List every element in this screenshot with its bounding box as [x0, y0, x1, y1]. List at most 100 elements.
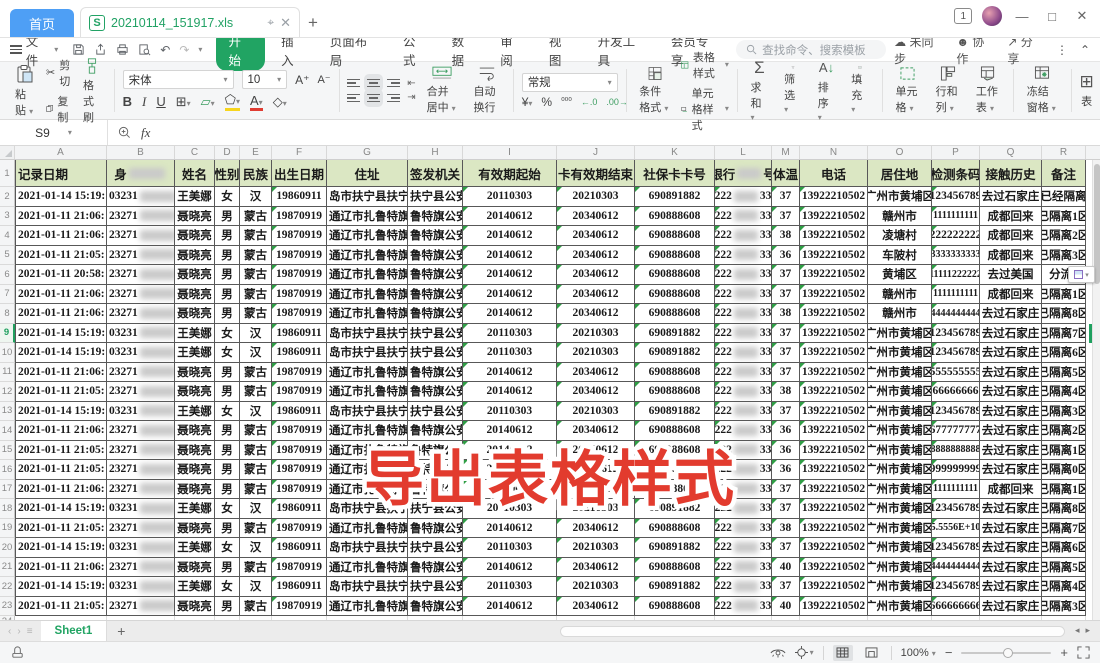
- cell-e9[interactable]: 汉: [240, 324, 272, 344]
- cell-g12[interactable]: 通辽市扎鲁特旗鲁北: [327, 382, 408, 402]
- cell-o4[interactable]: 凌塘村: [868, 226, 932, 246]
- increase-indent-icon[interactable]: ⇥: [407, 92, 415, 103]
- cell-p13[interactable]: 123456789: [932, 402, 980, 422]
- cell-r5[interactable]: 已隔离3区: [1042, 246, 1086, 266]
- cell-j17[interactable]: 20340612: [557, 480, 635, 500]
- cell-o23[interactable]: 广州市黄埔区: [868, 597, 932, 617]
- cell-h12[interactable]: 鲁特旗公安局: [408, 382, 463, 402]
- cell-p2[interactable]: 123456789: [932, 187, 980, 207]
- sheet-tab-sheet1[interactable]: Sheet1: [41, 621, 108, 641]
- row-header-14[interactable]: 14: [0, 421, 15, 441]
- cell-f22[interactable]: 19860911: [272, 577, 327, 597]
- align-right-icon[interactable]: [387, 92, 400, 104]
- sort-button[interactable]: A↓ 排序 ▾: [813, 66, 841, 115]
- pin-tab-icon[interactable]: ⌖: [267, 15, 274, 30]
- format-painter-button[interactable]: 格式刷: [78, 57, 106, 125]
- fullscreen-icon[interactable]: [1077, 646, 1090, 659]
- cell-m19[interactable]: 38: [772, 519, 800, 539]
- column-header-A[interactable]: A: [15, 146, 107, 159]
- cell-b5[interactable]: 23271900: [107, 246, 175, 266]
- cell-q16[interactable]: 去过石家庄: [980, 460, 1042, 480]
- cell-g20[interactable]: 岛市扶宁县扶宁镇: [327, 538, 408, 558]
- cell-q23[interactable]: 去过石家庄: [980, 597, 1042, 617]
- cell-f5[interactable]: 19870919: [272, 246, 327, 266]
- cell-r21[interactable]: 已隔离5区: [1042, 558, 1086, 578]
- cell-n5[interactable]: 13922210502: [800, 246, 868, 266]
- column-header-K[interactable]: K: [635, 146, 715, 159]
- cell-g9[interactable]: 岛市扶宁县扶宁镇: [327, 324, 408, 344]
- cell-e8[interactable]: 蒙古: [240, 304, 272, 324]
- cell-f12[interactable]: 19870919: [272, 382, 327, 402]
- cell-g18[interactable]: 岛市扶宁县扶宁镇: [327, 499, 408, 519]
- cell-e4[interactable]: 蒙古: [240, 226, 272, 246]
- cell-g15[interactable]: 通辽市扎鲁特旗鲁北: [327, 441, 408, 461]
- cell-c18[interactable]: 王美娜: [175, 499, 215, 519]
- cell-l7[interactable]: 682223300: [715, 285, 772, 305]
- header-cell-f[interactable]: 出生日期: [272, 160, 327, 187]
- cell-f9[interactable]: 19860911: [272, 324, 327, 344]
- cell-o9[interactable]: 广州市黄埔区: [868, 324, 932, 344]
- cell-k18[interactable]: 690891882: [635, 499, 715, 519]
- column-header-L[interactable]: L: [715, 146, 772, 159]
- cell-o2[interactable]: 广州市黄埔区: [868, 187, 932, 207]
- cell-d21[interactable]: 男: [215, 558, 240, 578]
- cell-r17[interactable]: 已隔离1区: [1042, 480, 1086, 500]
- cell-e11[interactable]: 蒙古: [240, 363, 272, 383]
- cell-j11[interactable]: 20340612: [557, 363, 635, 383]
- cell-r7[interactable]: 已隔离1区: [1042, 285, 1086, 305]
- cut-button[interactable]: ✂剪切: [46, 57, 72, 89]
- message-count-badge[interactable]: 1: [954, 8, 972, 24]
- cell-n10[interactable]: 13922210502: [800, 343, 868, 363]
- cell-a5[interactable]: 2021-01-11 21:05:: [15, 246, 107, 266]
- cell-d2[interactable]: 女: [215, 187, 240, 207]
- cell-j6[interactable]: 20340612: [557, 265, 635, 285]
- cell-m14[interactable]: 36: [772, 421, 800, 441]
- cell-e10[interactable]: 汉: [240, 343, 272, 363]
- row-header-20[interactable]: 20: [0, 538, 15, 558]
- cell-e3[interactable]: 蒙古: [240, 207, 272, 227]
- zoom-out-button[interactable]: −: [945, 645, 953, 660]
- cell-r10[interactable]: 已隔离6区: [1042, 343, 1086, 363]
- cell-e18[interactable]: 汉: [240, 499, 272, 519]
- cell-a14[interactable]: 2021-01-11 21:06:: [15, 421, 107, 441]
- cell-a17[interactable]: 2021-01-11 21:06:: [15, 480, 107, 500]
- cell-a10[interactable]: 2021-01-14 15:19:: [15, 343, 107, 363]
- cell-i22[interactable]: 20110303: [463, 577, 557, 597]
- sheet-list-icon[interactable]: ≡: [27, 626, 33, 637]
- cell-r14[interactable]: 已隔离2区: [1042, 421, 1086, 441]
- cell-n18[interactable]: 13922210502: [800, 499, 868, 519]
- cell-i21[interactable]: 20140612: [463, 558, 557, 578]
- cell-b23[interactable]: 23271900: [107, 597, 175, 617]
- cell-d9[interactable]: 女: [215, 324, 240, 344]
- column-header-R[interactable]: R: [1042, 146, 1086, 159]
- cell-m8[interactable]: 38: [772, 304, 800, 324]
- cell-p12[interactable]: 66666666: [932, 382, 980, 402]
- cell-f3[interactable]: 19870919: [272, 207, 327, 227]
- borders-button[interactable]: ⊞▾: [176, 94, 191, 110]
- row-header-2[interactable]: 2: [0, 187, 15, 207]
- cell-n12[interactable]: 13922210502: [800, 382, 868, 402]
- cell-m2[interactable]: 37: [772, 187, 800, 207]
- underline-button[interactable]: U: [156, 94, 165, 109]
- cell-f17[interactable]: 19870919: [272, 480, 327, 500]
- cell-a2[interactable]: 2021-01-14 15:19:: [15, 187, 107, 207]
- cell-a20[interactable]: 2021-01-14 15:19:: [15, 538, 107, 558]
- cell-o21[interactable]: 广州市黄埔区: [868, 558, 932, 578]
- cell-c7[interactable]: 聂晓亮: [175, 285, 215, 305]
- selection-mode-button[interactable]: ▾: [795, 646, 814, 659]
- cell-r2[interactable]: 已经隔离: [1042, 187, 1086, 207]
- cell-n7[interactable]: 13922210502: [800, 285, 868, 305]
- cell-g14[interactable]: 通辽市扎鲁特旗鲁北: [327, 421, 408, 441]
- paste-button[interactable]: 粘贴 ▾: [10, 64, 40, 118]
- save-icon[interactable]: [72, 43, 85, 56]
- cell-i17[interactable]: 20140612: [463, 480, 557, 500]
- maximize-button[interactable]: □: [1042, 9, 1062, 24]
- cell-r12[interactable]: 已隔离4区: [1042, 382, 1086, 402]
- cell-j9[interactable]: 20210303: [557, 324, 635, 344]
- cell-l16[interactable]: 682223300: [715, 460, 772, 480]
- cell-i12[interactable]: 20140612: [463, 382, 557, 402]
- cell-g13[interactable]: 岛市扶宁县扶宁镇: [327, 402, 408, 422]
- cell-a8[interactable]: 2021-01-11 21:06:: [15, 304, 107, 324]
- cell-d18[interactable]: 女: [215, 499, 240, 519]
- cell-k16[interactable]: 690888608: [635, 460, 715, 480]
